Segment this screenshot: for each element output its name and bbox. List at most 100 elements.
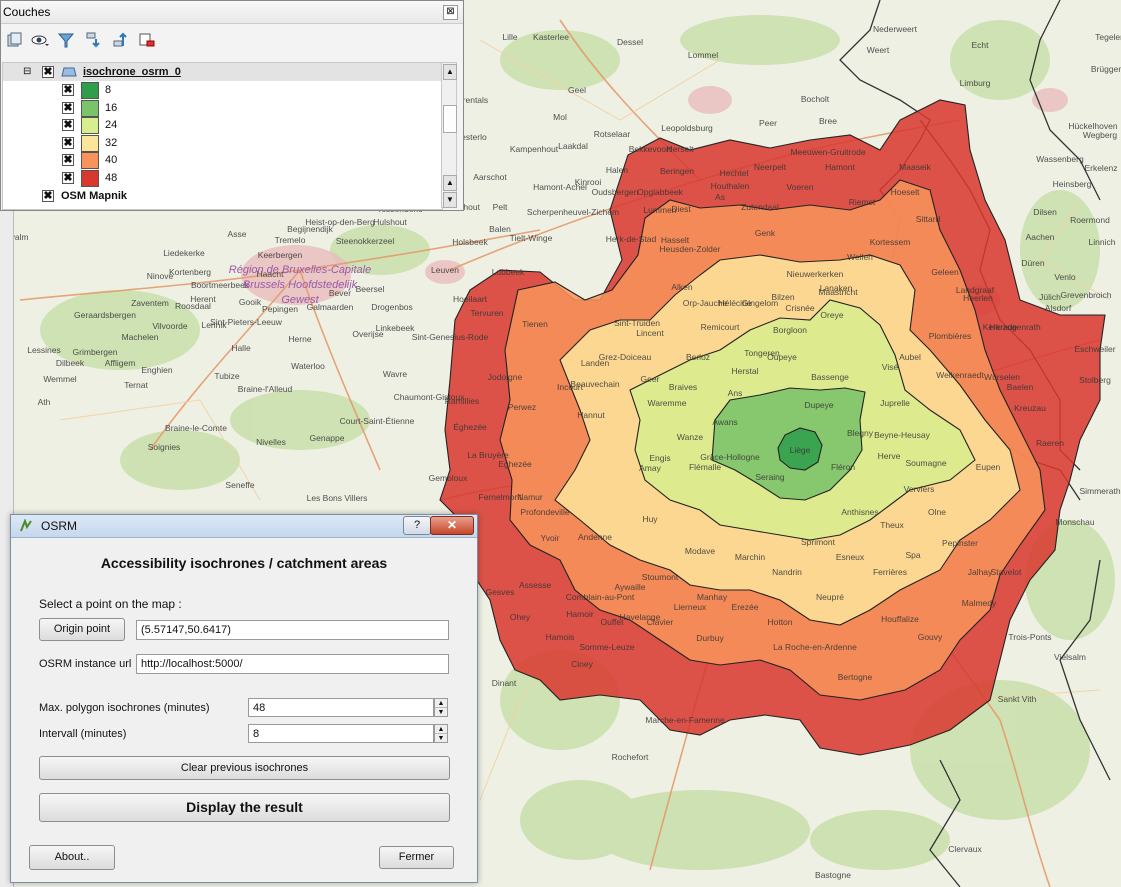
place-label: Blegny <box>847 428 874 438</box>
about-button[interactable]: About.. <box>29 845 115 870</box>
place-label: Engis <box>649 453 670 463</box>
place-label: Beersel <box>356 284 385 294</box>
origin-point-button[interactable]: Origin point <box>39 618 125 641</box>
legend-checkbox[interactable]: ✖ <box>62 171 74 184</box>
interval-field[interactable]: 8 <box>248 724 434 743</box>
legend-checkbox[interactable]: ✖ <box>62 154 74 166</box>
remove-layer-icon[interactable] <box>138 31 156 49</box>
place-label: Neupré <box>816 592 844 602</box>
region-label-line: Brussels Hoofdstedelijk <box>243 279 358 291</box>
place-label: Lincent <box>636 328 664 338</box>
legend-row[interactable]: ✖ 40 <box>3 151 442 169</box>
place-label: Bree <box>819 116 837 126</box>
layer-checkbox-isochrone[interactable]: ✖ <box>42 66 54 78</box>
place-label: Waremme <box>648 398 687 408</box>
place-label: Les Bons Villers <box>307 493 368 503</box>
max-isochrone-spinner[interactable]: ▲ ▼ <box>434 698 448 717</box>
legend-checkbox[interactable]: ✖ <box>62 119 74 131</box>
place-label: Hoeilaart <box>453 294 488 304</box>
spin-down-icon[interactable]: ▼ <box>435 734 447 743</box>
display-result-button[interactable]: Display the result <box>39 793 450 822</box>
layer-row-isochrone[interactable]: ⊟ ✖ isochrone_osrm_0 <box>3 63 442 81</box>
legend-label: 24 <box>105 119 118 131</box>
place-label: Hamoir <box>566 609 594 619</box>
filter-icon[interactable] <box>57 31 75 49</box>
legend-swatch <box>81 117 99 134</box>
place-label: Aarschot <box>473 172 507 182</box>
help-button[interactable]: ? <box>403 516 431 535</box>
place-label: Berloz <box>686 352 710 362</box>
osrm-dialog: OSRM ? ✕ Accessibility isochrones / catc… <box>10 514 478 883</box>
place-label: Wemmel <box>43 374 76 384</box>
place-label: Pepinster <box>942 538 978 548</box>
place-label: Dilbeek <box>56 358 85 368</box>
place-label: La Roche-en-Ardenne <box>773 642 857 652</box>
place-label: Nieuwerkerken <box>787 269 844 279</box>
place-label: Éghezée <box>453 422 487 432</box>
place-label: Anthisnes <box>841 507 878 517</box>
place-label: Jalhay <box>968 567 993 577</box>
place-label: Herne <box>288 334 311 344</box>
place-label: Affligem <box>105 358 136 368</box>
place-label: Dupeye <box>804 400 834 410</box>
close-button[interactable]: Fermer <box>379 846 454 869</box>
legend-swatch <box>81 134 99 152</box>
legend-row[interactable]: ✖ 8 <box>3 81 442 99</box>
add-group-icon[interactable] <box>5 31 23 49</box>
interval-spinner[interactable]: ▲ ▼ <box>434 724 448 743</box>
place-label: Tubize <box>214 371 239 381</box>
osrm-url-field[interactable]: http://localhost:5000/ <box>136 654 449 674</box>
legend-checkbox[interactable]: ✖ <box>62 101 74 114</box>
osrm-plugin-icon <box>20 519 32 532</box>
place-label: Eghezée <box>498 459 532 469</box>
legend-row[interactable]: ✖ 32 <box>3 134 442 152</box>
close-icon[interactable]: ✕ <box>430 516 474 535</box>
place-label: Somme-Leuze <box>579 642 635 652</box>
clear-isochrones-button[interactable]: Clear previous isochrones <box>39 756 450 780</box>
place-label: Aywaille <box>614 582 645 592</box>
scroll-thumb[interactable] <box>443 105 457 133</box>
place-label: Esneux <box>836 552 865 562</box>
place-label: Wanze <box>677 432 703 442</box>
place-label: Juprelle <box>880 398 910 408</box>
spin-up-icon[interactable]: ▲ <box>435 725 447 734</box>
place-label: Riemst <box>849 197 876 207</box>
layer-row-osm[interactable]: ✖ OSM Mapnik <box>3 187 442 205</box>
place-label: Hulshout <box>373 217 407 227</box>
place-label: Seneffe <box>225 480 254 490</box>
place-label: Rotselaar <box>594 129 631 139</box>
place-label: Aubel <box>899 352 921 362</box>
dialog-heading: Accessibility isochrones / catchment are… <box>100 555 388 571</box>
place-label: Lummen <box>643 205 676 215</box>
expand-all-icon[interactable] <box>84 31 102 49</box>
legend-row[interactable]: ✖ 48 <box>3 169 442 187</box>
layers-panel-close-icon[interactable]: ⊠ <box>443 5 458 20</box>
place-label: Kortenberg <box>169 267 211 277</box>
collapse-all-icon[interactable] <box>111 31 129 49</box>
scroll-down-icon[interactable]: ▼ <box>443 192 457 208</box>
place-label: Laakdal <box>558 141 588 151</box>
scroll-up-icon-2[interactable]: ▲ <box>443 175 457 191</box>
place-label: Liège <box>790 445 811 455</box>
place-label: Tervuren <box>470 308 503 318</box>
collapse-toggle-icon[interactable]: ⊟ <box>23 63 31 81</box>
visibility-icon[interactable] <box>31 31 49 49</box>
place-label: Roermond <box>1070 215 1110 225</box>
spin-down-icon[interactable]: ▼ <box>435 708 447 717</box>
select-point-label: Select a point on the map : <box>39 597 182 611</box>
layers-scrollbar[interactable]: ▲ ▲ ▼ <box>441 62 457 208</box>
legend-row[interactable]: ✖ 24 <box>3 116 442 134</box>
legend-label: 40 <box>105 154 118 166</box>
spin-up-icon[interactable]: ▲ <box>435 699 447 708</box>
place-label: Waterloo <box>291 361 325 371</box>
legend-checkbox[interactable]: ✖ <box>62 136 74 149</box>
scroll-up-icon[interactable]: ▲ <box>443 64 457 80</box>
place-label: Bassenge <box>811 372 849 382</box>
legend-checkbox[interactable]: ✖ <box>62 84 74 96</box>
place-label: Malmedy <box>962 598 997 608</box>
place-label: Bastogne <box>815 870 851 880</box>
max-isochrone-field[interactable]: 48 <box>248 698 434 717</box>
origin-point-field[interactable]: (5.57147,50.6417) <box>136 620 449 640</box>
layer-checkbox-osm[interactable]: ✖ <box>42 190 54 202</box>
legend-row[interactable]: ✖ 16 <box>3 99 442 117</box>
